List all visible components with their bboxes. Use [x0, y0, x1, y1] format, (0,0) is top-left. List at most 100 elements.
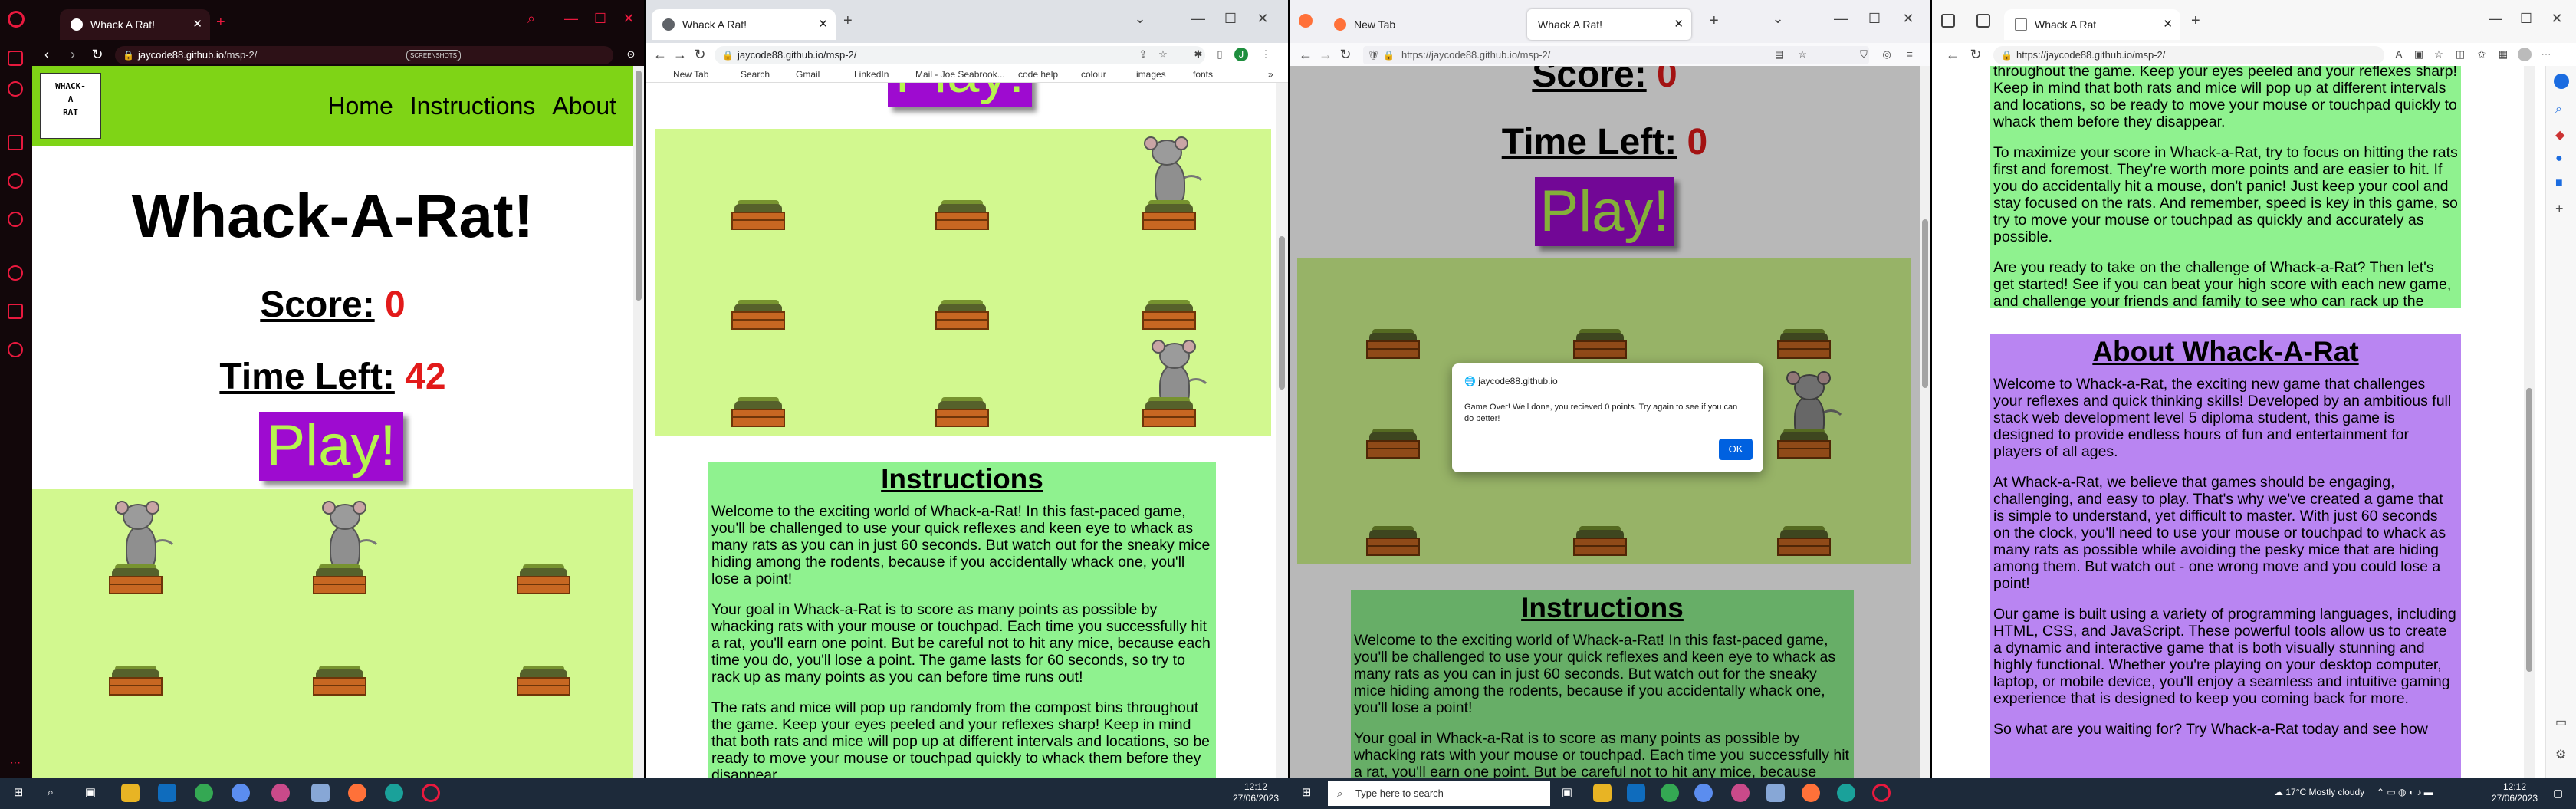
- address-field[interactable]: 🔒 jaycode88.github.io/msp-2/ SCREENSHOTS: [115, 46, 613, 64]
- opera-logo-icon[interactable]: [8, 11, 25, 28]
- search-tabs-icon[interactable]: ⌕: [527, 11, 535, 27]
- compost-bin[interactable]: [935, 200, 989, 230]
- edge-icon[interactable]: [385, 784, 403, 802]
- minimize-icon[interactable]: —: [2484, 11, 2507, 27]
- minimize-icon[interactable]: —: [1829, 11, 1852, 27]
- close-window-icon[interactable]: ✕: [1251, 11, 1274, 27]
- tab-search-icon[interactable]: ⌄: [1129, 11, 1152, 27]
- sidebar-extensions-icon[interactable]: [8, 304, 23, 319]
- compost-bin[interactable]: [1142, 300, 1196, 330]
- bookmarks-more[interactable]: »: [1268, 66, 1273, 83]
- workspaces-icon[interactable]: [1941, 14, 1955, 28]
- compost-bin[interactable]: [109, 666, 163, 696]
- close-tab-icon[interactable]: ✕: [2163, 9, 2173, 40]
- sidebar-settings-icon[interactable]: ⚙: [2555, 747, 2566, 762]
- profile-avatar-icon[interactable]: [2518, 48, 2532, 61]
- compost-bin[interactable]: [1142, 397, 1196, 427]
- scrollbar[interactable]: [2524, 66, 2535, 778]
- compost-bin[interactable]: [1142, 200, 1196, 230]
- firefox-icon[interactable]: [1802, 784, 1820, 802]
- sidebar-settings-icon[interactable]: [8, 342, 23, 357]
- app-icon[interactable]: [1766, 784, 1785, 802]
- maximize-icon[interactable]: ☐: [1863, 11, 1886, 27]
- scrollbar[interactable]: [1276, 83, 1288, 778]
- new-tab-icon[interactable]: +: [2191, 12, 2200, 30]
- back-icon[interactable]: ←: [1296, 43, 1316, 66]
- bookmark-search[interactable]: Search: [741, 66, 770, 83]
- app-available-icon[interactable]: ▣: [2412, 48, 2426, 61]
- list-tabs-icon[interactable]: ⌄: [1766, 11, 1789, 27]
- bing-chat-icon[interactable]: [2554, 74, 2569, 89]
- scrollbar[interactable]: [1920, 66, 1930, 778]
- sidebar-more-icon[interactable]: ⋯: [8, 756, 23, 771]
- address-field[interactable]: 🔒 jaycode88.github.io/msp-2/: [715, 46, 1205, 64]
- reload-icon[interactable]: ↻: [690, 43, 710, 66]
- sidebar-hide-icon[interactable]: ▭: [2555, 715, 2567, 730]
- search-icon[interactable]: ⌕: [41, 784, 60, 802]
- play-button[interactable]: Play!: [888, 83, 1032, 107]
- edge-icon[interactable]: [1837, 784, 1855, 802]
- back-icon[interactable]: ‹: [37, 43, 57, 66]
- bookmark-linkedin[interactable]: LinkedIn: [854, 66, 889, 83]
- scrollbar[interactable]: [633, 66, 644, 778]
- menu-icon[interactable]: ≡: [1903, 48, 1917, 61]
- sidebar-search-icon[interactable]: ⌕: [2555, 103, 2562, 117]
- scroll-thumb[interactable]: [2526, 388, 2532, 672]
- bookmark-images[interactable]: images: [1136, 66, 1166, 83]
- bookmark-mail[interactable]: Mail - Joe Seabrook...: [915, 66, 1005, 83]
- close-tab-icon[interactable]: ✕: [818, 9, 828, 40]
- close-window-icon[interactable]: ✕: [1897, 11, 1920, 27]
- new-tab-icon[interactable]: +: [1710, 12, 1719, 30]
- new-tab-icon[interactable]: +: [843, 12, 853, 30]
- chrome-icon[interactable]: [1661, 784, 1679, 802]
- compost-bin[interactable]: [935, 397, 989, 427]
- compost-bin[interactable]: [517, 564, 570, 594]
- play-button[interactable]: Play!: [259, 412, 403, 481]
- sidebar-shopping-icon[interactable]: ◆: [2555, 127, 2564, 143]
- minimize-icon[interactable]: —: [560, 11, 583, 27]
- compost-bin[interactable]: [313, 564, 366, 594]
- camera-icon[interactable]: ⊙: [624, 48, 638, 61]
- compost-bin[interactable]: [935, 300, 989, 330]
- bookmark-colour[interactable]: colour: [1081, 66, 1106, 83]
- dialog-ok-button[interactable]: OK: [1719, 439, 1753, 460]
- app-icon[interactable]: [1731, 784, 1750, 802]
- app-icon[interactable]: [311, 784, 330, 802]
- tab-whack-a-rat[interactable]: Whack A Rat! ✕: [60, 9, 210, 40]
- menu-icon[interactable]: ⋮: [1259, 48, 1273, 61]
- taskbar-search-box[interactable]: ⌕ Type here to search: [1328, 781, 1550, 806]
- close-tab-icon[interactable]: ✕: [192, 9, 202, 40]
- tab-new-tab[interactable]: New Tab: [1323, 9, 1477, 40]
- forward-icon[interactable]: →: [1316, 43, 1336, 66]
- screenshots-badge[interactable]: SCREENSHOTS: [406, 50, 461, 61]
- windows-start-icon[interactable]: ⊞: [1297, 784, 1316, 802]
- forward-icon[interactable]: ›: [63, 43, 83, 66]
- notifications-icon[interactable]: ▢: [2553, 787, 2563, 800]
- nav-home[interactable]: Home: [327, 92, 393, 120]
- file-explorer-icon[interactable]: [1593, 784, 1612, 802]
- scroll-thumb[interactable]: [1279, 236, 1285, 390]
- compost-bin[interactable]: [731, 397, 785, 427]
- reload-icon[interactable]: ↻: [1336, 43, 1355, 66]
- nav-instructions[interactable]: Instructions: [410, 92, 536, 120]
- app-icon[interactable]: [232, 784, 250, 802]
- chrome-icon[interactable]: [195, 784, 213, 802]
- close-tab-icon[interactable]: ✕: [1674, 9, 1684, 40]
- close-window-icon[interactable]: ✕: [2545, 11, 2568, 27]
- tab-actions-icon[interactable]: [1976, 14, 1990, 28]
- site-logo[interactable]: WHACK- A RAT: [40, 73, 101, 139]
- profile-avatar-icon[interactable]: J: [1234, 48, 1248, 61]
- windows-start-icon[interactable]: ⊞: [9, 784, 28, 802]
- collections-icon[interactable]: ▦: [2496, 48, 2510, 61]
- close-window-icon[interactable]: ✕: [617, 11, 640, 27]
- minimize-icon[interactable]: —: [1187, 11, 1210, 27]
- sidebar-history-icon[interactable]: [8, 265, 23, 281]
- split-screen-icon[interactable]: ◫: [2453, 48, 2467, 61]
- reader-view-icon[interactable]: ▤: [1773, 48, 1786, 61]
- firefox-view-icon[interactable]: [1299, 14, 1313, 28]
- scroll-thumb[interactable]: [1922, 219, 1928, 388]
- app-icon[interactable]: [1694, 784, 1713, 802]
- new-tab-icon[interactable]: +: [216, 14, 225, 31]
- back-icon[interactable]: ←: [1943, 43, 1963, 66]
- bookmark-gmail[interactable]: Gmail: [796, 66, 820, 83]
